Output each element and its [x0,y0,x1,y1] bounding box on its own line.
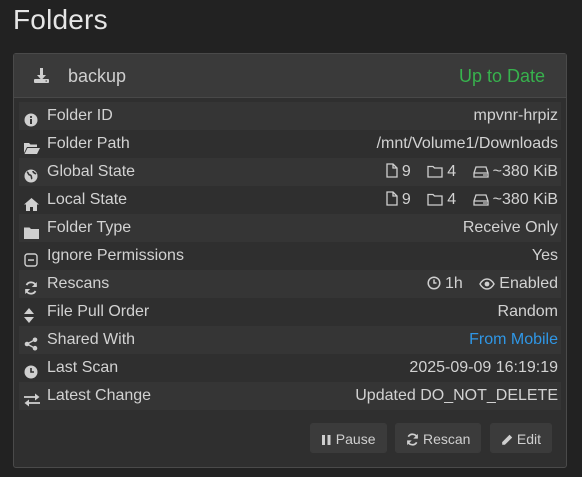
row-latest-change: Latest Change Updated DO_NOT_DELETE [19,382,561,410]
refresh-icon [24,277,38,295]
row-folder-type: Folder Type Receive Only [19,214,561,242]
rescan-interval: 1h [427,270,463,298]
ignore-permissions-value: Yes [531,247,558,264]
dir-count: 4 [427,186,456,214]
folder-panel-header[interactable]: backup Up to Date [14,54,566,98]
folder-path-value: /mnt/Volume1/Downloads [376,135,558,152]
row-label: Local State [47,191,128,208]
file-icon [386,191,398,206]
refresh-icon [407,433,418,446]
folder-outline-icon [427,165,443,178]
row-label: Folder Type [47,219,132,236]
shared-device-link[interactable]: From Mobile [469,326,558,354]
row-rescans: Rescans 1h Enabled [19,270,561,298]
rescan-button[interactable]: Rescan [394,423,482,453]
pencil-icon [502,434,513,445]
row-label: Folder Path [47,135,130,152]
hdd-icon [472,166,489,178]
file-pull-order-value: Random [497,303,558,320]
last-scan-value: 2025-09-09 16:19:19 [409,359,558,376]
row-ignore-permissions: Ignore Permissions Yes [19,242,561,270]
folder-icon [24,221,39,239]
download-icon [33,67,50,84]
folder-outline-icon [427,193,443,206]
row-folder-id: Folder ID mpvnr-hrpiz [19,102,561,130]
file-count: 9 [386,186,411,214]
folder-status: Up to Date [458,66,545,86]
row-folder-path: Folder Path /mnt/Volume1/Downloads [19,130,561,158]
file-icon [386,163,398,178]
page-title: Folders [13,4,108,35]
row-label: Global State [47,163,136,180]
watcher-status: Enabled [479,270,558,298]
folder-panel: backup Up to Date Folder ID mpvnr-hrpiz … [13,53,567,468]
dir-count: 4 [427,158,456,186]
exchange-icon [24,389,40,407]
row-file-pull-order: File Pull Order Random [19,298,561,326]
row-global-state: Global State 9 4 ~380 KiB [19,158,561,186]
row-last-scan: Last Scan 2025-09-09 16:19:19 [19,354,561,382]
row-label: File Pull Order [47,303,150,320]
size-value: ~380 KiB [472,186,558,214]
sort-icon [24,305,38,323]
row-label: Shared With [47,331,136,348]
folder-id-value: mpvnr-hrpiz [473,107,558,124]
row-label: Ignore Permissions [47,247,184,264]
hdd-icon [472,194,489,206]
latest-change-value: Updated DO_NOT_DELETE [355,387,558,404]
clock-icon [427,276,441,290]
eye-icon [479,278,496,290]
clock-icon [24,361,38,379]
pause-button[interactable]: Pause [309,423,387,453]
row-label: Latest Change [47,387,152,404]
globe-icon [24,165,38,183]
file-count: 9 [386,158,411,186]
rescans-value: 1h Enabled [415,270,558,298]
home-icon [24,193,39,211]
folder-actions: Pause Rescan Edit [306,423,552,455]
folder-details: Folder ID mpvnr-hrpiz Folder Path /mnt/V… [14,102,566,410]
folder-open-icon [24,137,40,154]
edit-button[interactable]: Edit [489,423,552,453]
global-state-value: 9 4 ~380 KiB [374,158,558,186]
local-state-value: 9 4 ~380 KiB [374,186,558,214]
size-value: ~380 KiB [472,158,558,186]
row-label: Last Scan [47,359,119,376]
folder-type-value: Receive Only [462,219,558,236]
row-label: Folder ID [47,107,113,124]
row-label: Rescans [47,275,110,292]
row-shared-with: Shared With From Mobile [19,326,561,354]
folder-name: backup [68,66,127,86]
share-icon [24,333,38,351]
minus-square-icon [24,249,38,267]
pause-icon [321,435,331,445]
row-local-state: Local State 9 4 ~380 KiB [19,186,561,214]
info-icon [24,109,38,127]
